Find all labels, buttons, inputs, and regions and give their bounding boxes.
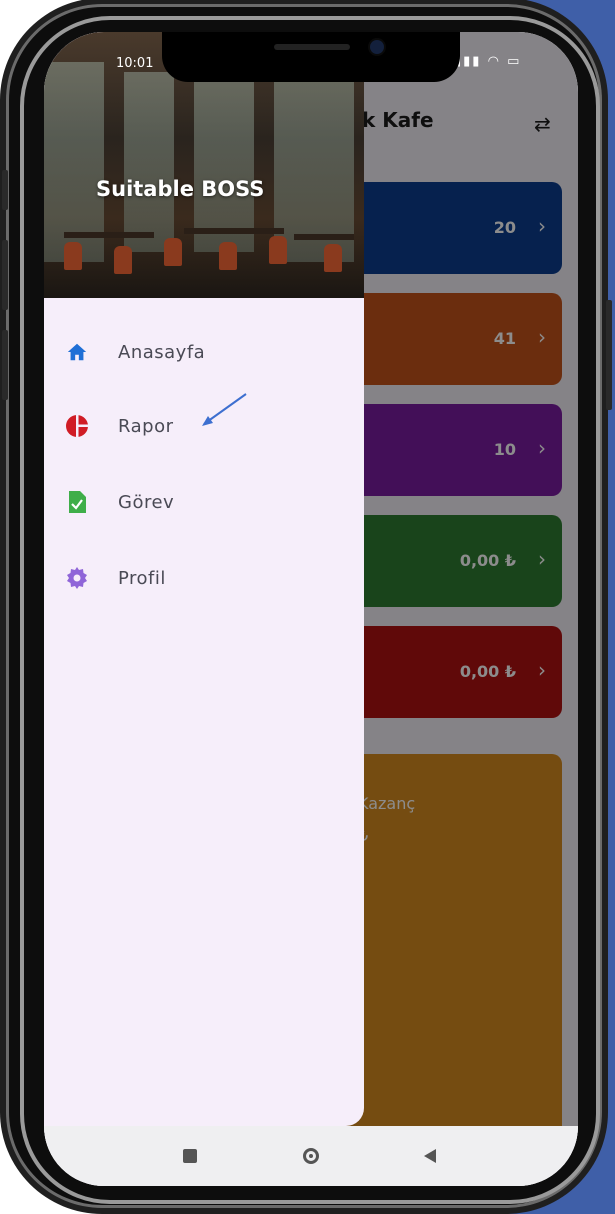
square-icon[interactable] bbox=[178, 1144, 202, 1168]
side-button bbox=[2, 240, 8, 310]
system-navigation-bar bbox=[44, 1126, 578, 1186]
menu-item-profil[interactable]: Profil bbox=[64, 556, 344, 600]
header-table bbox=[184, 228, 284, 234]
status-time: 10:01 bbox=[116, 56, 154, 71]
phone-screen: k Kafe ⇄ 20 › 41 › 10 › 0,00 ₺ › 0,00 ₺ … bbox=[44, 32, 578, 1186]
header-chair bbox=[219, 242, 237, 270]
drawer-brand-title: Suitable BOSS bbox=[96, 177, 265, 201]
header-window bbox=[194, 72, 254, 252]
header-window bbox=[274, 62, 354, 262]
menu-item-anasayfa[interactable]: Anasayfa bbox=[64, 330, 344, 374]
menu-item-label: Profil bbox=[118, 567, 166, 589]
pie-chart-icon bbox=[64, 413, 90, 439]
power-button bbox=[606, 300, 612, 410]
navigation-drawer: Suitable BOSS Anasayfa Rapor Görev Profi… bbox=[44, 32, 364, 1126]
header-table bbox=[294, 234, 354, 240]
back-icon[interactable] bbox=[418, 1144, 442, 1168]
circle-icon[interactable] bbox=[299, 1144, 323, 1168]
header-chair bbox=[324, 244, 342, 272]
header-chair bbox=[64, 242, 82, 270]
speaker bbox=[274, 44, 350, 50]
task-icon bbox=[64, 489, 90, 515]
home-icon bbox=[64, 339, 90, 365]
side-button bbox=[2, 170, 8, 210]
camera bbox=[370, 40, 384, 54]
annotation-arrow-icon bbox=[202, 393, 247, 426]
header-chair bbox=[269, 236, 287, 264]
header-chair bbox=[114, 246, 132, 274]
menu-item-label: Anasayfa bbox=[118, 341, 206, 363]
menu-item-gorev[interactable]: Görev bbox=[64, 480, 344, 524]
header-chair bbox=[164, 238, 182, 266]
notch bbox=[162, 32, 460, 82]
side-button bbox=[2, 330, 8, 400]
status-icons: ▮▮▮ ◠ ▭ bbox=[454, 54, 522, 69]
gear-icon bbox=[64, 565, 90, 591]
header-table bbox=[64, 232, 154, 238]
menu-item-label: Görev bbox=[118, 491, 175, 513]
header-window bbox=[124, 72, 174, 252]
menu-item-label: Rapor bbox=[118, 415, 174, 437]
